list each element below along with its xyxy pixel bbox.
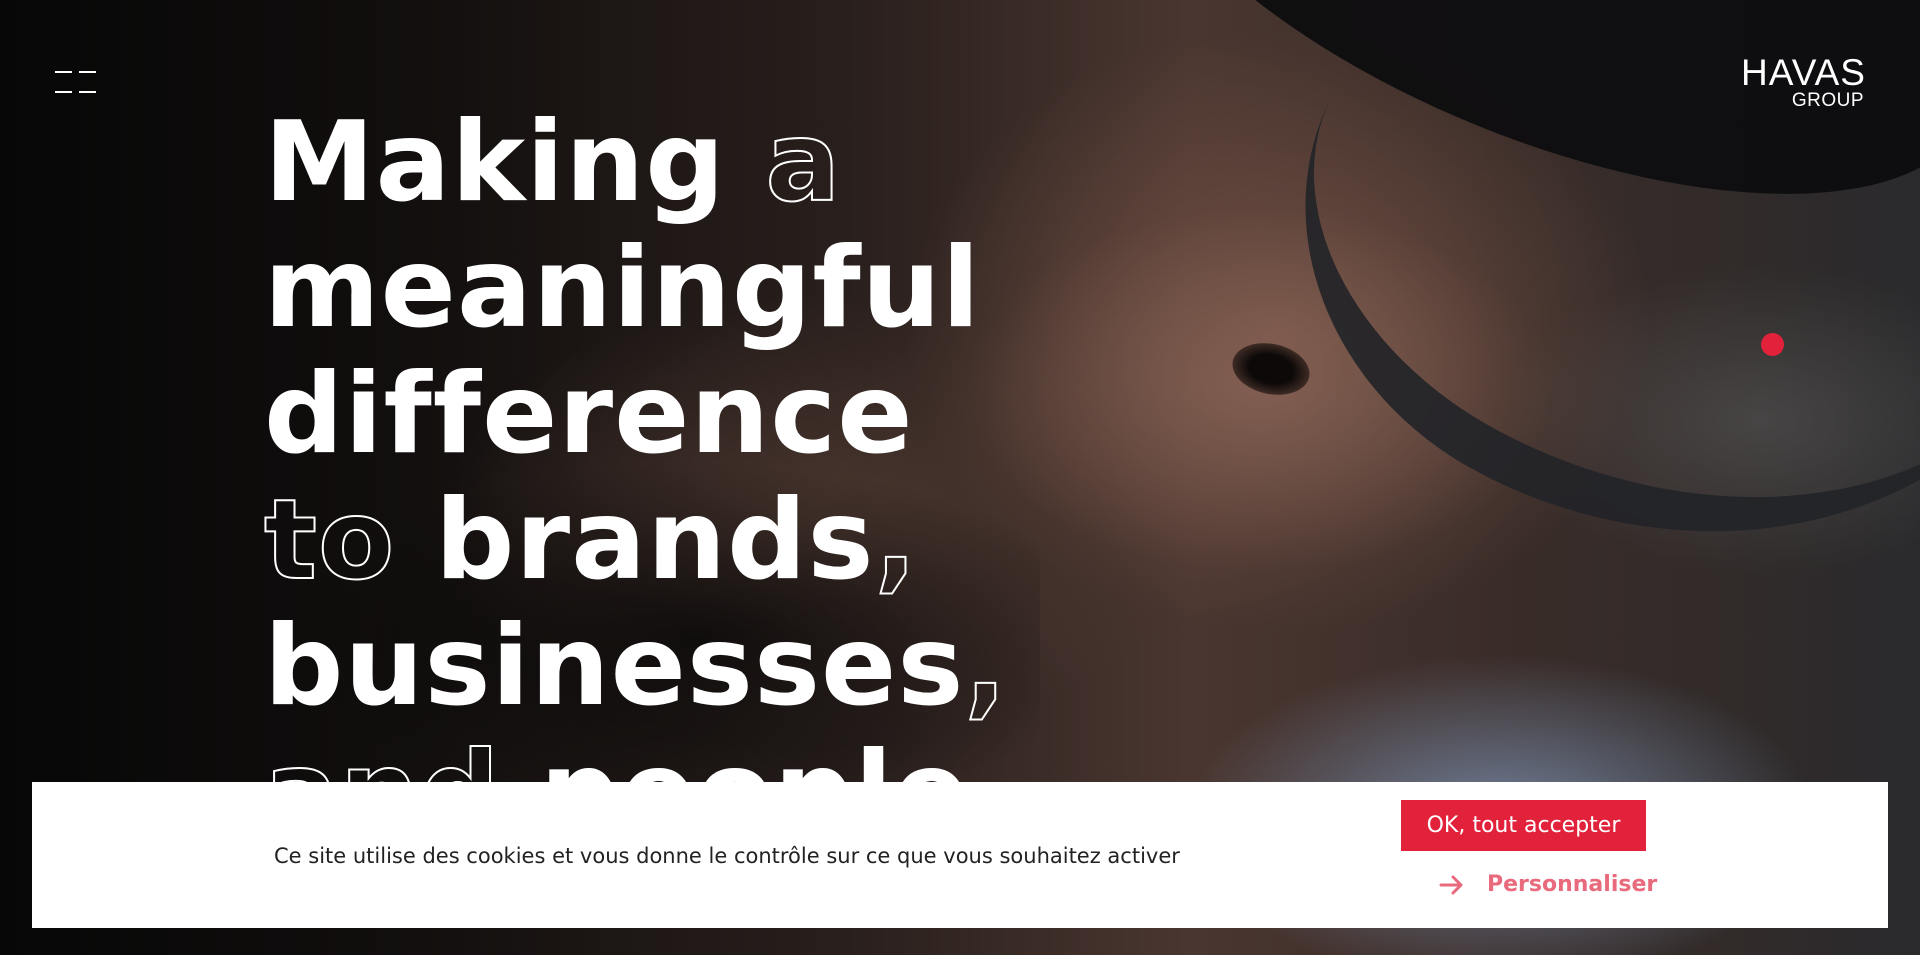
logo-subtitle: GROUP — [1791, 90, 1864, 111]
headline-word: brands — [395, 476, 875, 605]
headline-line: to brands, — [263, 476, 1084, 605]
red-indicator-dot — [1761, 333, 1784, 356]
customize-cookies-link[interactable]: Personnaliser — [1439, 867, 1657, 903]
menu-icon[interactable] — [55, 71, 97, 95]
arrow-right-icon — [1439, 875, 1463, 895]
headline-word: meaningful — [264, 224, 981, 353]
eye — [1227, 336, 1315, 402]
customize-label: Personnaliser — [1487, 872, 1658, 897]
headline-word: a — [725, 98, 842, 227]
page: HAVAS GROUP Making a meaningful difference… — [0, 0, 1920, 955]
headline-line: difference — [264, 352, 1084, 478]
headline-word: businesses — [264, 602, 965, 731]
cookie-message: Ce site utilise des cookies et vous donn… — [274, 844, 1180, 868]
headline-word: , — [963, 602, 1008, 731]
headline-line: meaningful — [264, 226, 1084, 352]
cookie-banner: Ce site utilise des cookies et vous donn… — [32, 782, 1888, 928]
headline-word: to — [263, 476, 396, 605]
havas-group-logo[interactable]: HAVAS GROUP — [1712, 54, 1866, 112]
headline-word: Making — [264, 98, 726, 227]
headline-line: Making a — [264, 98, 1084, 227]
accept-all-cookies-button[interactable]: OK, tout accepter — [1401, 800, 1646, 851]
logo-wordmark: HAVAS — [1741, 52, 1866, 93]
hero-headline: Making a meaningful difference to brands, bu… — [263, 98, 1084, 857]
headline-line: businesses, — [264, 602, 1084, 731]
headline-word: , — [874, 476, 918, 605]
headline-word: difference — [264, 350, 914, 479]
